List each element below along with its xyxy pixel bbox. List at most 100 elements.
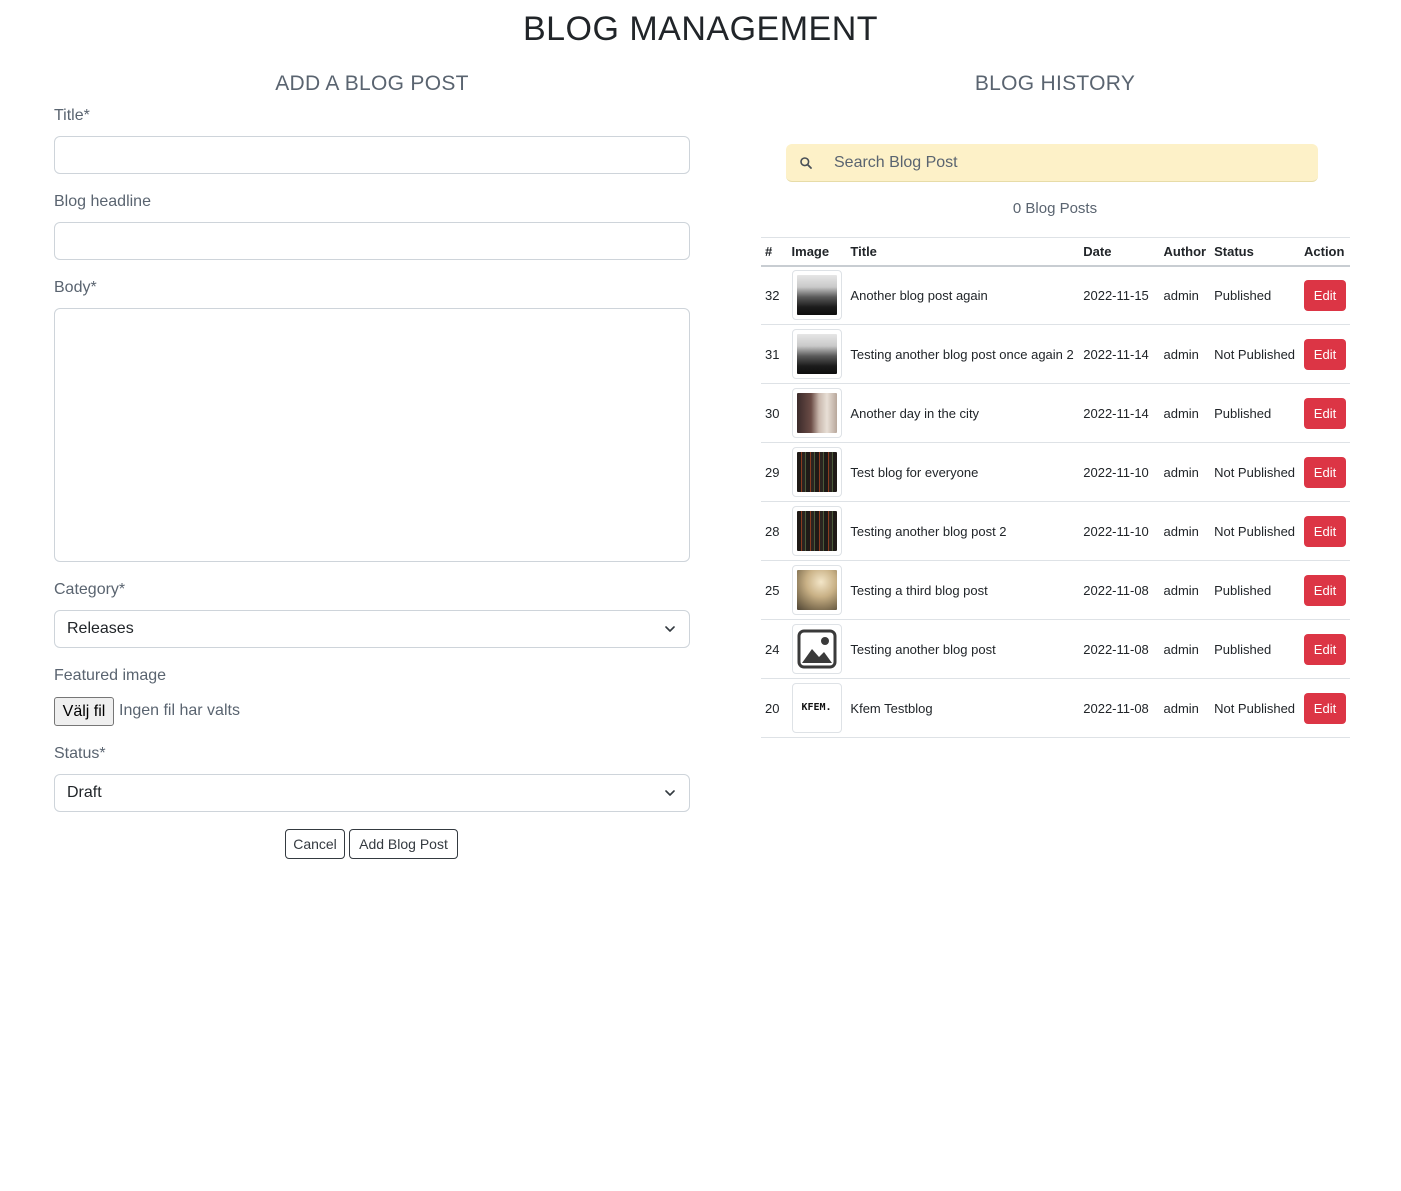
post-author: admin xyxy=(1159,560,1211,620)
table-row: 28 Testing another blog post 2 2022-11-1… xyxy=(761,501,1350,561)
table-row: 31 Testing another blog post once again … xyxy=(761,324,1350,384)
category-select[interactable]: Releases xyxy=(54,610,690,648)
column-header-image: Image xyxy=(787,237,847,267)
foggy-photo xyxy=(796,570,837,610)
post-id: 20 xyxy=(761,678,788,738)
post-title: Testing another blog post once again 2 xyxy=(846,324,1080,384)
category-label: Category* xyxy=(54,581,126,598)
kfem-logo: KFEM. xyxy=(801,702,832,713)
post-title: Testing another blog post xyxy=(846,619,1080,679)
post-thumbnail xyxy=(791,624,842,674)
post-id: 31 xyxy=(761,324,788,384)
image-placeholder-icon xyxy=(797,629,837,669)
post-author: admin xyxy=(1159,619,1211,679)
post-status: Published xyxy=(1210,619,1300,679)
post-thumbnail xyxy=(791,388,842,438)
edit-button[interactable]: Edit xyxy=(1304,633,1346,665)
chevron-down-icon xyxy=(665,626,675,632)
post-id: 28 xyxy=(761,501,788,561)
column-header-author: Author xyxy=(1159,237,1211,267)
cancel-button[interactable]: Cancel xyxy=(285,829,345,859)
post-title: Testing another blog post 2 xyxy=(846,501,1080,561)
edit-button[interactable]: Edit xyxy=(1304,515,1346,547)
post-author: admin xyxy=(1159,678,1211,738)
column-header-title: Title xyxy=(846,237,1080,267)
column-header-action: Action xyxy=(1300,237,1350,267)
post-status: Not Published xyxy=(1210,442,1300,502)
post-date: 2022-11-10 xyxy=(1079,442,1160,502)
featured-image-label: Featured image xyxy=(54,667,167,684)
edit-button[interactable]: Edit xyxy=(1304,279,1346,311)
edit-button[interactable]: Edit xyxy=(1304,456,1346,488)
table-row: 32 Another blog post again 2022-11-15 ad… xyxy=(761,265,1350,325)
post-author: admin xyxy=(1159,501,1211,561)
blog-history-table: # Image Title Date Author Status Action … xyxy=(761,237,1350,738)
post-id: 25 xyxy=(761,560,788,620)
table-row: 25 Testing a third blog post 2022-11-08 … xyxy=(761,560,1350,620)
column-header-status: Status xyxy=(1210,237,1300,267)
post-status: Published xyxy=(1210,560,1300,620)
search-input[interactable] xyxy=(824,144,1314,182)
post-status: Published xyxy=(1210,383,1300,443)
post-author: admin xyxy=(1159,324,1211,384)
post-title: Another blog post again xyxy=(846,265,1080,325)
car-photo xyxy=(796,275,837,316)
post-id: 30 xyxy=(761,383,788,443)
post-author: admin xyxy=(1159,383,1211,443)
stripes-photo xyxy=(796,511,837,551)
edit-button[interactable]: Edit xyxy=(1304,397,1346,429)
post-title: Another day in the city xyxy=(846,383,1080,443)
chevron-down-icon xyxy=(665,790,675,796)
post-status: Not Published xyxy=(1210,678,1300,738)
post-thumbnail xyxy=(791,506,842,556)
edit-button[interactable]: Edit xyxy=(1304,692,1346,724)
edit-button[interactable]: Edit xyxy=(1304,338,1346,370)
blog-history-heading: BLOG HISTORY xyxy=(974,72,1136,95)
body-label: Body* xyxy=(54,279,97,296)
post-thumbnail xyxy=(791,329,842,379)
post-id: 32 xyxy=(761,265,788,325)
stripes-photo xyxy=(796,452,837,492)
status-select[interactable]: Draft xyxy=(54,774,690,812)
status-selected-value: Draft xyxy=(67,784,102,801)
post-thumbnail xyxy=(791,565,842,615)
post-date: 2022-11-10 xyxy=(1079,501,1160,561)
table-row: 24 Testing another blog post 2022-11-08 … xyxy=(761,619,1350,679)
post-date: 2022-11-08 xyxy=(1079,619,1160,679)
add-blog-post-button[interactable]: Add Blog Post xyxy=(349,829,458,859)
table-row: 20 KFEM. Kfem Testblog 2022-11-08 admin … xyxy=(761,678,1350,738)
edit-button[interactable]: Edit xyxy=(1304,574,1346,606)
file-status-text: Ingen fil har valts xyxy=(119,702,240,719)
post-status: Not Published xyxy=(1210,501,1300,561)
category-selected-value: Releases xyxy=(67,620,134,637)
headline-label: Blog headline xyxy=(54,193,151,210)
blog-post-count: 0 Blog Posts xyxy=(1012,200,1098,217)
search-icon xyxy=(800,157,812,169)
post-id: 29 xyxy=(761,442,788,502)
table-row: 29 Test blog for everyone 2022-11-10 adm… xyxy=(761,442,1350,502)
table-header-row: # Image Title Date Author Status Action xyxy=(761,237,1350,267)
post-status: Not Published xyxy=(1210,324,1300,384)
post-thumbnail xyxy=(791,447,842,497)
column-header-id: # xyxy=(761,237,788,267)
post-date: 2022-11-15 xyxy=(1079,265,1160,325)
post-author: admin xyxy=(1159,442,1211,502)
car-photo xyxy=(796,334,837,374)
choose-file-button[interactable]: Välj fil xyxy=(54,697,114,726)
title-label: Title* xyxy=(54,107,90,124)
add-blog-post-heading: ADD A BLOG POST xyxy=(275,72,469,95)
post-author: admin xyxy=(1159,265,1211,325)
headline-input[interactable] xyxy=(54,222,690,260)
post-date: 2022-11-08 xyxy=(1079,560,1160,620)
post-thumbnail xyxy=(791,270,842,321)
title-input[interactable] xyxy=(54,136,690,174)
status-label: Status* xyxy=(54,745,106,762)
table-row: 30 Another day in the city 2022-11-14 ad… xyxy=(761,383,1350,443)
post-title: Testing a third blog post xyxy=(846,560,1080,620)
column-header-date: Date xyxy=(1079,237,1160,267)
page-title: BLOG MANAGEMENT xyxy=(522,10,879,48)
body-textarea[interactable] xyxy=(54,308,690,562)
post-status: Published xyxy=(1210,265,1300,325)
post-id: 24 xyxy=(761,619,788,679)
post-date: 2022-11-14 xyxy=(1079,383,1160,443)
